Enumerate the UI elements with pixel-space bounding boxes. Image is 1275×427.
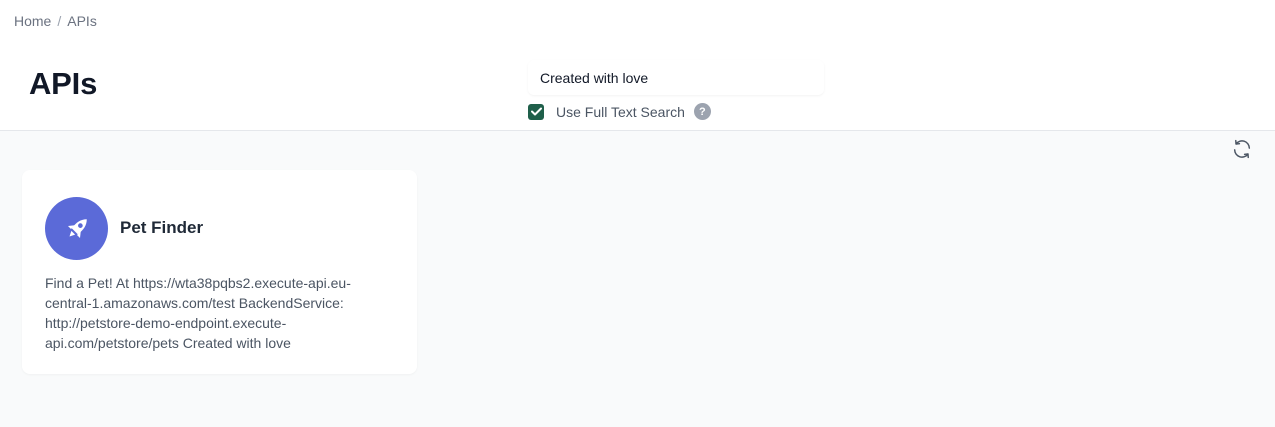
checkmark-icon — [530, 107, 542, 116]
search-input[interactable] — [528, 60, 824, 95]
full-text-search-option: Use Full Text Search ? — [528, 103, 711, 120]
refresh-icon — [1233, 139, 1251, 159]
api-avatar — [45, 197, 108, 260]
api-description: Find a Pet! At https://wta38pqbs2.execut… — [45, 275, 351, 351]
breadcrumb-current: APIs — [67, 13, 97, 29]
rocket-icon — [67, 218, 87, 238]
page-header: Home / APIs APIs Use Full Text Search ? — [0, 0, 1275, 131]
search-box — [528, 60, 824, 95]
api-list-area: Pet Finder Find a Pet! At https://wta38p… — [0, 131, 1275, 427]
breadcrumb-separator: / — [57, 13, 62, 29]
refresh-button[interactable] — [1231, 138, 1253, 160]
breadcrumb-home-link[interactable]: Home — [14, 13, 51, 29]
api-card[interactable]: Pet Finder Find a Pet! At https://wta38p… — [22, 170, 417, 374]
page-title: APIs — [29, 66, 98, 101]
breadcrumb: Home / APIs — [14, 13, 97, 29]
full-text-search-checkbox[interactable] — [528, 103, 544, 120]
full-text-search-label[interactable]: Use Full Text Search — [556, 104, 685, 120]
help-icon[interactable]: ? — [693, 103, 711, 120]
api-title[interactable]: Pet Finder — [120, 218, 203, 238]
